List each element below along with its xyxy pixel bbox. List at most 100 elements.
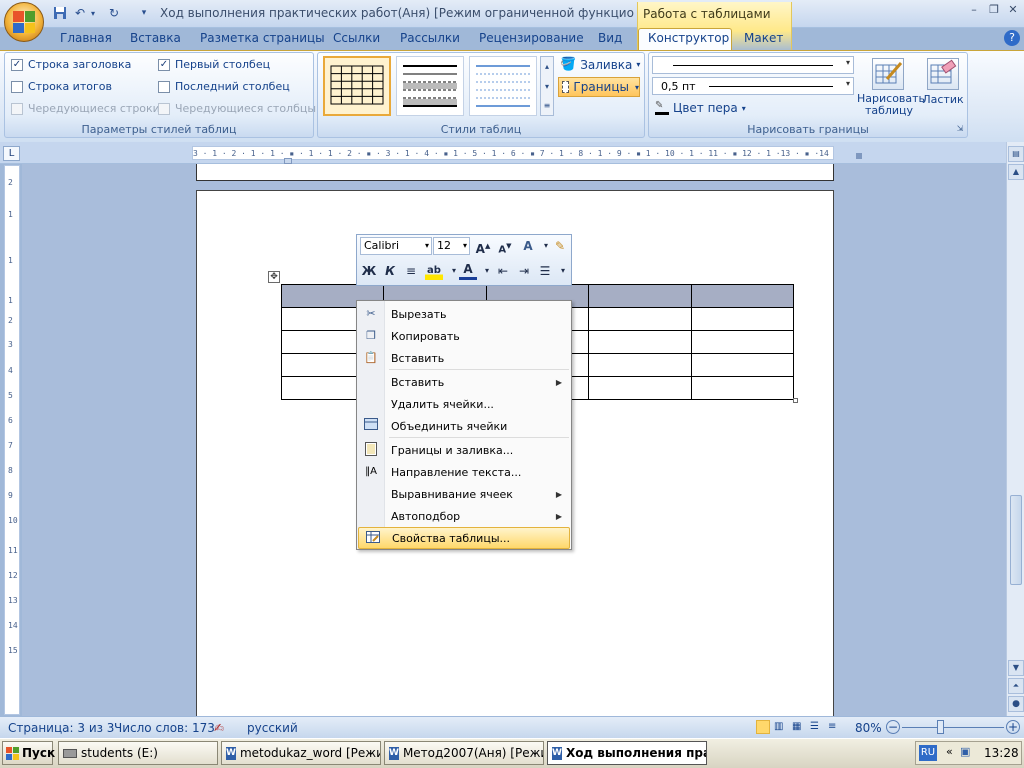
tab-review[interactable]: Рецензирование xyxy=(479,31,584,45)
tab-page-layout[interactable]: Разметка страницы xyxy=(200,31,325,45)
web-layout-view-icon[interactable]: ▦ xyxy=(792,721,801,732)
table-style-thumbnail-selected[interactable] xyxy=(323,56,391,116)
show-hidden-icons-icon[interactable]: « xyxy=(946,745,953,758)
menu-item-cell-alignment[interactable]: Выравнивание ячеек ▶ xyxy=(357,483,571,505)
styles-icon[interactable]: A xyxy=(519,237,537,255)
previous-page-icon[interactable]: ⏶ xyxy=(1008,678,1024,694)
tab-view[interactable]: Вид xyxy=(598,31,622,45)
font-color-icon[interactable]: A xyxy=(459,262,477,280)
gallery-up-icon[interactable]: ▴ xyxy=(541,57,553,77)
line-style-dropdown[interactable]: ▾ xyxy=(652,56,854,74)
word-count[interactable]: Число слов: 173 xyxy=(114,721,215,735)
zoom-in-icon[interactable]: + xyxy=(1006,720,1020,734)
table-cell[interactable] xyxy=(690,284,795,308)
zoom-slider-thumb[interactable] xyxy=(937,720,944,734)
line-weight-dropdown[interactable]: 0,5 пт ▾ xyxy=(652,77,854,95)
shading-button[interactable]: 🪣 Заливка ▾ xyxy=(560,57,640,72)
office-button[interactable] xyxy=(4,2,44,42)
menu-item-delete-cells[interactable]: Удалить ячейки... xyxy=(357,393,571,415)
table-cell[interactable] xyxy=(588,284,692,308)
start-button[interactable]: Пуск xyxy=(2,741,55,765)
dialog-launcher-icon[interactable]: ⇲ xyxy=(955,124,965,134)
tab-selector-icon[interactable]: L xyxy=(3,146,20,161)
redo-icon[interactable]: ↻ xyxy=(106,5,122,21)
header-row-checkbox[interactable]: ✓ Строка заголовка xyxy=(11,58,131,71)
network-icon[interactable]: ▣ xyxy=(960,745,970,758)
checkbox-checked-icon[interactable]: ✓ xyxy=(11,58,23,71)
menu-item-paste[interactable]: 📋 Вставить xyxy=(357,347,571,369)
table-resize-handle[interactable] xyxy=(793,398,798,403)
first-column-checkbox[interactable]: ✓ Первый столбец xyxy=(158,58,270,71)
zoom-level[interactable]: 80% xyxy=(855,721,882,735)
proofing-icon[interactable]: ✍ xyxy=(214,721,224,735)
zoom-slider-track[interactable] xyxy=(902,727,1004,728)
tab-references[interactable]: Ссылки xyxy=(333,31,380,45)
pen-color-button[interactable]: ✎ Цвет пера ▾ xyxy=(655,101,746,115)
vertical-ruler[interactable]: 2 1 1 1 2 3 4 5 6 7 8 9 10 11 12 13 14 1… xyxy=(4,165,20,715)
menu-item-autofit[interactable]: Автоподбор ▶ xyxy=(357,505,571,527)
borders-button[interactable]: Границы ▾ xyxy=(558,77,640,97)
right-indent-marker[interactable] xyxy=(856,153,862,159)
tab-mailings[interactable]: Рассылки xyxy=(400,31,460,45)
select-browse-object-icon[interactable]: ● xyxy=(1008,696,1024,712)
customize-qat-icon[interactable]: ▾ xyxy=(136,5,152,21)
table-style-thumbnail[interactable] xyxy=(396,56,464,116)
save-icon[interactable] xyxy=(52,5,68,21)
outline-view-icon[interactable]: ☰ xyxy=(810,721,819,732)
italic-icon[interactable]: К xyxy=(381,262,399,280)
minimize-button[interactable]: – xyxy=(965,3,983,17)
clock[interactable]: 13:28 xyxy=(984,746,1019,760)
shrink-font-icon[interactable]: A▼ xyxy=(496,237,514,255)
total-row-checkbox[interactable]: Строка итогов xyxy=(11,80,112,93)
table-cell[interactable] xyxy=(690,330,795,354)
gallery-down-icon[interactable]: ▾ xyxy=(541,77,553,97)
last-column-checkbox[interactable]: Последний столбец xyxy=(158,80,290,93)
vertical-scrollbar[interactable]: ▤ ▲ ▼ ⏶ ● xyxy=(1006,142,1024,716)
increase-indent-icon[interactable]: ⇥ xyxy=(515,262,533,280)
ruler-toggle-icon[interactable]: ▤ xyxy=(1008,146,1024,162)
input-language[interactable]: RU xyxy=(919,745,937,761)
taskbar-item-explorer[interactable]: students (E:) xyxy=(58,741,218,765)
restore-button[interactable]: ❐ xyxy=(985,3,1003,17)
checkbox-unchecked-icon[interactable] xyxy=(158,80,170,93)
draft-view-icon[interactable]: ≡ xyxy=(828,721,836,732)
menu-item-insert[interactable]: Вставить ▶ xyxy=(357,371,571,393)
close-button[interactable]: ✕ xyxy=(1004,3,1022,17)
scroll-down-icon[interactable]: ▼ xyxy=(1008,660,1024,676)
taskbar-item-word-doc[interactable]: W Метод2007(Аня) [Режи... xyxy=(384,741,544,765)
taskbar-item-word-doc-active[interactable]: W Ход выполнения пра... xyxy=(547,741,707,765)
font-size-dropdown[interactable]: 12 ▾ xyxy=(433,237,470,255)
page-count[interactable]: Страница: 3 из 3 xyxy=(8,721,114,735)
dropdown-arrow-icon[interactable]: ▾ xyxy=(554,262,572,280)
menu-item-cut[interactable]: ✂ Вырезать xyxy=(357,303,571,325)
undo-icon[interactable]: ↶ xyxy=(72,5,88,21)
table-cell[interactable] xyxy=(588,376,692,400)
menu-item-text-direction[interactable]: ‖A Направление текста... xyxy=(357,461,571,483)
tab-layout[interactable]: Макет xyxy=(744,31,783,45)
draw-table-button[interactable]: Нарисовать таблицу xyxy=(857,93,925,117)
format-painter-icon[interactable]: ✎ xyxy=(551,237,569,255)
full-screen-reading-view-icon[interactable]: ▥ xyxy=(774,721,783,732)
checkbox-unchecked-icon[interactable] xyxy=(11,80,23,93)
highlight-icon[interactable]: ab xyxy=(425,262,443,280)
eraser-button[interactable]: Ластик xyxy=(922,93,964,106)
print-layout-view-icon[interactable] xyxy=(756,720,770,734)
center-align-icon[interactable]: ≡ xyxy=(402,262,420,280)
tab-design[interactable]: Конструктор xyxy=(648,31,729,45)
checkbox-checked-icon[interactable]: ✓ xyxy=(158,58,170,71)
help-icon[interactable]: ? xyxy=(1004,30,1020,46)
eraser-icon[interactable] xyxy=(927,58,959,90)
zoom-out-icon[interactable]: − xyxy=(886,720,900,734)
grow-font-icon[interactable]: A▲ xyxy=(474,237,492,256)
table-style-thumbnail[interactable] xyxy=(469,56,537,116)
menu-item-borders-shading[interactable]: Границы и заливка... xyxy=(357,439,571,461)
tab-insert[interactable]: Вставка xyxy=(130,31,181,45)
undo-dropdown-icon[interactable]: ▾ xyxy=(89,5,97,21)
scroll-up-icon[interactable]: ▲ xyxy=(1008,164,1024,180)
table-cell[interactable] xyxy=(690,376,795,400)
menu-item-merge-cells[interactable]: Объединить ячейки xyxy=(357,415,571,437)
decrease-indent-icon[interactable]: ⇤ xyxy=(494,262,512,280)
table-cell[interactable] xyxy=(690,353,795,377)
table-cell[interactable] xyxy=(588,330,692,354)
draw-table-icon[interactable] xyxy=(872,58,904,90)
